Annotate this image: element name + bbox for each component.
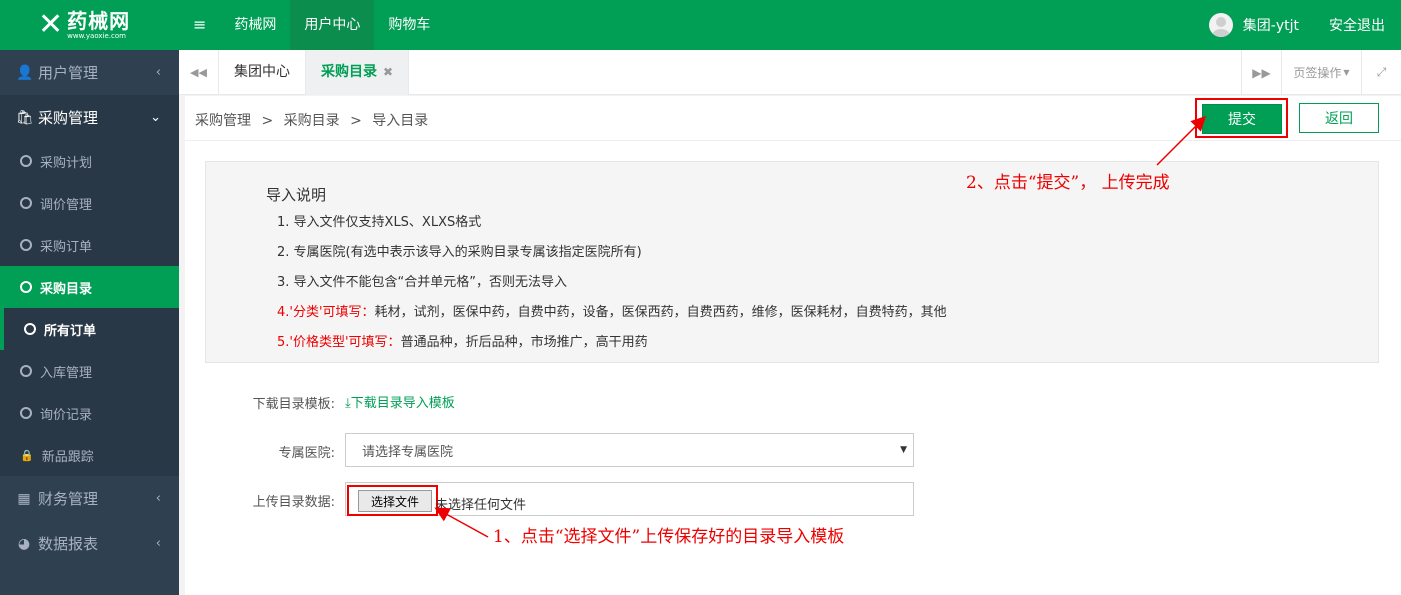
arrow-to-submit — [1156, 115, 1207, 166]
arrow-to-file-button — [434, 507, 489, 538]
annotation-arrows — [434, 115, 1207, 538]
